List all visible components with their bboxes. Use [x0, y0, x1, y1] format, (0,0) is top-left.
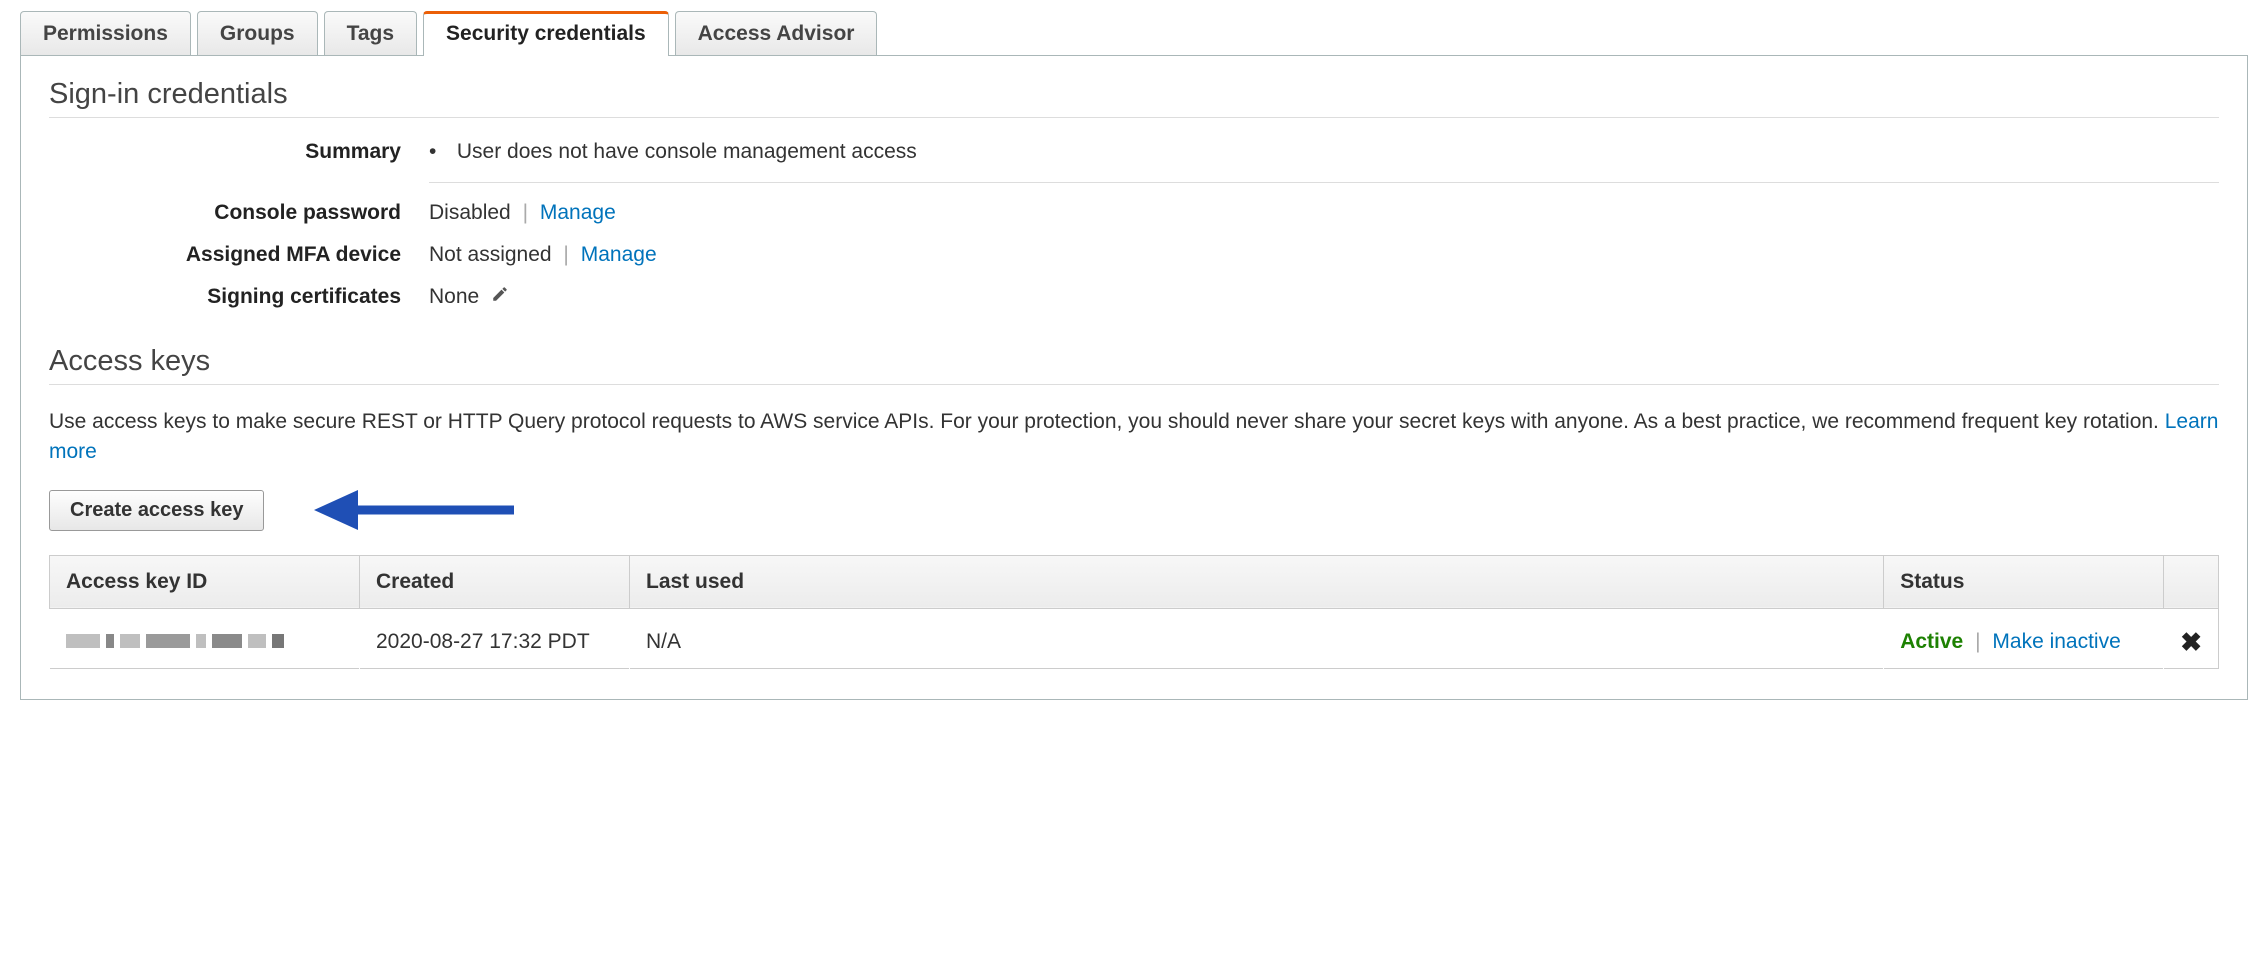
mfa-value: Not assigned | Manage: [429, 243, 2219, 267]
manage-console-password-link[interactable]: Manage: [540, 201, 616, 224]
console-password-value: Disabled | Manage: [429, 201, 2219, 225]
signin-credentials-grid: Summary • User does not have console man…: [49, 140, 2219, 309]
bullet-icon: •: [429, 140, 451, 164]
console-password-label: Console password: [49, 201, 429, 225]
cell-last-used: N/A: [630, 608, 1884, 668]
col-status[interactable]: Status: [1884, 555, 2164, 608]
signing-cert-value: None: [429, 285, 2219, 309]
col-access-key-id[interactable]: Access key ID: [50, 555, 360, 608]
col-last-used[interactable]: Last used: [630, 555, 1884, 608]
delete-icon[interactable]: ✖: [2180, 627, 2202, 658]
mfa-label: Assigned MFA device: [49, 243, 429, 267]
col-actions: [2164, 555, 2219, 608]
separator: |: [517, 201, 534, 224]
tab-groups[interactable]: Groups: [197, 11, 318, 56]
cell-created: 2020-08-27 17:32 PDT: [360, 608, 630, 668]
cell-delete: ✖: [2164, 608, 2219, 668]
create-access-key-button[interactable]: Create access key: [49, 490, 264, 531]
tab-access-advisor[interactable]: Access Advisor: [675, 11, 878, 56]
tab-tags[interactable]: Tags: [324, 11, 417, 56]
access-keys-heading: Access keys: [49, 345, 2219, 385]
create-key-row: Create access key: [49, 490, 2219, 531]
tab-bar: Permissions Groups Tags Security credent…: [20, 10, 2248, 55]
col-created[interactable]: Created: [360, 555, 630, 608]
table-row: 2020-08-27 17:32 PDT N/A Active | Make i…: [50, 608, 2219, 668]
separator: |: [1969, 630, 1986, 653]
signing-cert-status: None: [429, 285, 479, 308]
status-badge: Active: [1900, 630, 1963, 653]
access-keys-description-text: Use access keys to make secure REST or H…: [49, 410, 2165, 433]
tab-security-credentials[interactable]: Security credentials: [423, 11, 669, 56]
access-keys-table: Access key ID Created Last used Status 2…: [49, 555, 2219, 669]
tab-permissions[interactable]: Permissions: [20, 11, 191, 56]
signing-cert-label: Signing certificates: [49, 285, 429, 309]
signin-credentials-heading: Sign-in credentials: [49, 78, 2219, 118]
manage-mfa-link[interactable]: Manage: [581, 243, 657, 266]
annotation-arrow-icon: [314, 482, 524, 538]
console-password-status: Disabled: [429, 201, 511, 224]
summary-text: User does not have console management ac…: [457, 140, 917, 163]
cell-access-key-id: [50, 608, 360, 668]
table-header-row: Access key ID Created Last used Status: [50, 555, 2219, 608]
make-inactive-link[interactable]: Make inactive: [1992, 630, 2120, 653]
security-credentials-panel: Sign-in credentials Summary • User does …: [20, 55, 2248, 700]
pencil-icon[interactable]: [491, 285, 509, 309]
summary-value-row: • User does not have console management …: [429, 140, 2219, 183]
redacted-key-id: [66, 634, 284, 648]
summary-label: Summary: [49, 140, 429, 164]
mfa-status: Not assigned: [429, 243, 552, 266]
separator: |: [557, 243, 574, 266]
cell-status: Active | Make inactive: [1884, 608, 2164, 668]
access-keys-description: Use access keys to make secure REST or H…: [49, 407, 2219, 468]
